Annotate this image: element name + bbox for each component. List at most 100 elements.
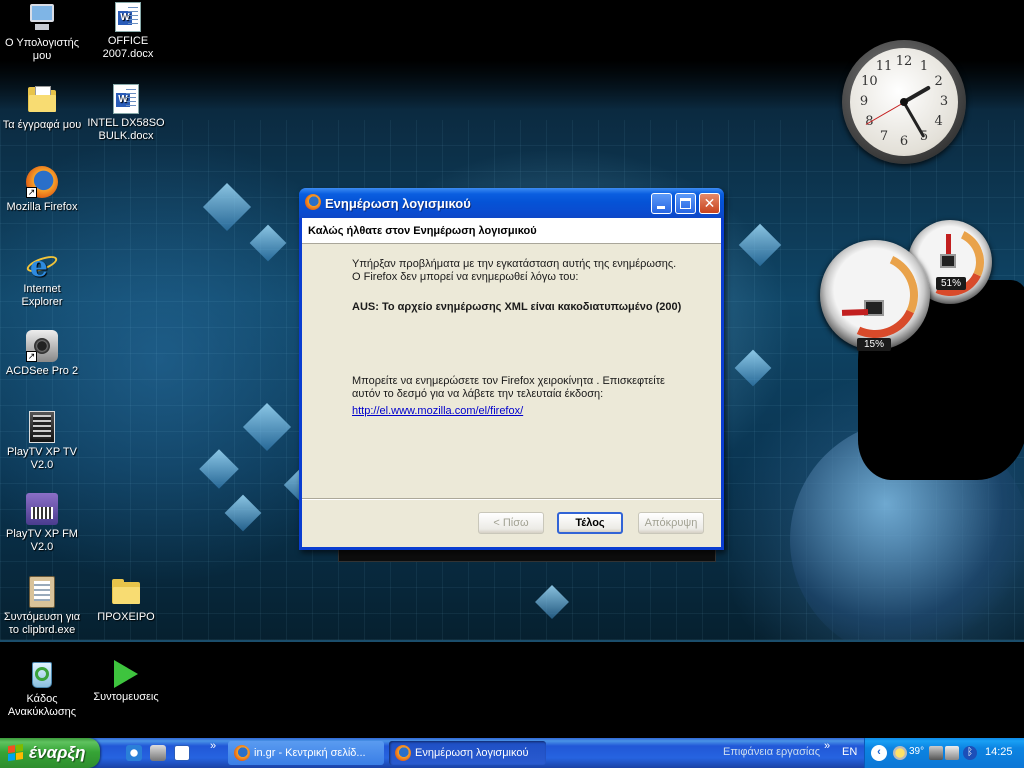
shortcut-arrow-icon: ↗ xyxy=(26,351,37,362)
message-line-1: Υπήρξαν προβλήματα με την εγκατάσταση αυ… xyxy=(352,258,677,270)
clock-number: 3 xyxy=(939,94,949,109)
desktop-icon-label: PlayTV XP FM V2.0 xyxy=(6,528,78,553)
windows-logo-icon xyxy=(8,744,24,762)
word-document-icon xyxy=(113,84,139,114)
show-hidden-icons-button[interactable]: ‹ xyxy=(871,745,887,761)
clock-number: 12 xyxy=(895,54,913,69)
cpu-gauge-arc xyxy=(819,239,931,351)
acdsee-icon: ↗ xyxy=(26,330,58,362)
desktop-icon-my-computer[interactable]: Ο Υπολογιστής μου xyxy=(0,2,84,63)
finish-button[interactable]: Τέλος xyxy=(557,512,623,534)
desktop-icon-playtv-tv[interactable]: PlayTV XP TV V2.0 xyxy=(0,411,84,472)
desktop-icon-playtv-fm[interactable]: PlayTV XP FM V2.0 xyxy=(0,493,84,554)
my-computer-icon xyxy=(26,2,58,34)
desktop-icon-mozilla-firefox[interactable]: ↗ Mozilla Firefox xyxy=(0,166,84,214)
cpu-percent: 15% xyxy=(857,338,891,351)
recycle-bin-icon xyxy=(26,658,58,690)
clock-face: 121234567891011 xyxy=(850,48,958,156)
button-separator xyxy=(302,498,721,500)
clock-number: 7 xyxy=(879,128,889,144)
minimize-icon xyxy=(657,206,665,209)
desktop-icon-label: ΠΡΟΧΕΙΡΟ xyxy=(97,611,155,623)
desktop-toolbar[interactable]: Επιφάνεια εργασίας xyxy=(723,746,820,758)
manual-update-line-2: αυτόν το δεσμό για να λάβετε την τελευτα… xyxy=(352,388,604,400)
word-document-icon xyxy=(115,2,141,32)
firefox-download-link[interactable]: http://el.www.mozilla.com/el/firefox/ xyxy=(352,405,523,417)
desktop-icon-my-documents[interactable]: Τα έγγραφά μου xyxy=(0,84,84,132)
quick-launch-toolbar: » xyxy=(124,738,224,768)
firefox-icon: ↗ xyxy=(26,166,58,198)
desktop-icon-label: Κάδος Ανακύκλωσης xyxy=(7,693,77,718)
desktop-icon-proxeiro-folder[interactable]: ΠΡΟΧΕΙΡΟ xyxy=(84,576,168,624)
taskbar-item-software-update[interactable]: Ενημέρωση λογισμικού xyxy=(389,741,546,765)
start-button[interactable]: έναρξη xyxy=(0,738,100,768)
dialog-titlebar[interactable]: Ενημέρωση λογισμικού ✕ xyxy=(299,188,724,218)
quick-launch-ie-icon[interactable] xyxy=(126,745,142,761)
back-button[interactable]: < Πίσω xyxy=(478,512,544,534)
desktop-icon-label: OFFICE 2007.docx xyxy=(102,35,154,60)
desktop-icon-clipbrd-shortcut[interactable]: Συντόμευση για το clipbrd.exe xyxy=(0,576,84,637)
taskbar-item-label: Ενημέρωση λογισμικού xyxy=(415,747,529,759)
taskbar-item-browser[interactable]: in.gr - Κεντρική σελίδ... xyxy=(228,741,384,765)
taskbar-clock[interactable]: 14:25 xyxy=(985,746,1013,758)
desktop-icon-internet-explorer[interactable]: e Internet Explorer xyxy=(0,248,84,309)
taskbar-item-label: in.gr - Κεντρική σελίδ... xyxy=(254,747,366,759)
desktop-icon-label: INTEL DX58SO BULK.docx xyxy=(87,117,165,142)
desktop-icon-label: Internet Explorer xyxy=(21,283,63,308)
close-icon: ✕ xyxy=(703,195,716,211)
language-indicator[interactable]: EN xyxy=(842,746,857,758)
playtv-tv-icon xyxy=(29,411,55,443)
desktop-icon-label: ACDSee Pro 2 xyxy=(5,365,79,377)
firefox-icon xyxy=(395,745,411,761)
hide-button[interactable]: Απόκρυψη xyxy=(638,512,704,534)
clock-number: 6 xyxy=(899,134,909,149)
desktop-icon-intel-docx[interactable]: INTEL DX58SO BULK.docx xyxy=(84,84,168,143)
ram-chip-icon xyxy=(940,254,956,268)
desktop-icon-label: Συντόμευση για το clipbrd.exe xyxy=(3,611,81,636)
desktop-icon-recycle-bin[interactable]: Κάδος Ανακύκλωσης xyxy=(0,658,84,719)
wizard-header-title: Καλώς ήλθατε στον Ενημέρωση λογισμικού xyxy=(308,225,537,237)
taskbar: έναρξη » in.gr - Κεντρική σελίδ... Ενημέ… xyxy=(0,738,1024,768)
ram-percent: 51% xyxy=(936,277,966,290)
bluetooth-icon[interactable]: ᛒ xyxy=(963,746,977,760)
start-label: έναρξη xyxy=(29,743,86,762)
clock-number: 10 xyxy=(861,74,878,89)
quick-launch-word-icon[interactable] xyxy=(174,745,190,761)
volume-icon[interactable] xyxy=(945,746,959,760)
shortcut-arrow-icon: ↗ xyxy=(26,187,37,198)
clock-number: 2 xyxy=(934,74,943,89)
error-message: AUS: Το αρχείο ενημέρωσης XML είναι κακο… xyxy=(352,301,682,313)
network-icon[interactable] xyxy=(929,746,943,760)
cpu-gauge: 15% xyxy=(819,239,931,351)
playtv-fm-icon xyxy=(26,493,58,525)
desktop-icon-label: Mozilla Firefox xyxy=(6,201,78,213)
manual-update-line-1: Μπορείτε να ενημερώσετε τον Firefox χειρ… xyxy=(352,375,665,387)
desktop-icon-acdsee[interactable]: ↗ ACDSee Pro 2 xyxy=(0,330,84,378)
minimize-button[interactable] xyxy=(651,193,672,214)
maximize-button[interactable] xyxy=(675,193,696,214)
temperature: 39° xyxy=(909,746,925,757)
clock-number: 9 xyxy=(859,94,869,109)
cpu-meter-gadget[interactable]: 51% 15% xyxy=(819,218,994,351)
dialog-title: Ενημέρωση λογισμικού xyxy=(325,196,471,211)
quick-launch-desktop-icon[interactable] xyxy=(150,745,166,761)
clock-number: 4 xyxy=(934,114,943,129)
desktop-icon-office-2007-docx[interactable]: OFFICE 2007.docx xyxy=(86,2,170,61)
close-button[interactable]: ✕ xyxy=(699,193,720,214)
toolbar-more-icon[interactable]: » xyxy=(824,740,830,752)
clock-number: 1 xyxy=(919,59,929,75)
my-documents-icon xyxy=(26,84,58,116)
weather-icon[interactable] xyxy=(893,746,907,760)
wizard-header: Καλώς ήλθατε στον Ενημέρωση λογισμικού xyxy=(302,218,721,244)
firefox-icon xyxy=(234,745,250,761)
quick-launch-more-icon[interactable]: » xyxy=(210,740,216,752)
desktop-icon-label: Τα έγγραφά μου xyxy=(2,119,82,131)
internet-explorer-icon: e xyxy=(24,248,60,283)
clock-number: 11 xyxy=(875,59,893,75)
desktop-icon-shortcuts[interactable]: Συντομευσεις xyxy=(84,658,168,704)
clock-gadget[interactable]: 121234567891011 xyxy=(842,40,966,164)
software-update-dialog: Ενημέρωση λογισμικού ✕ Καλώς ήλθατε στον… xyxy=(299,188,724,550)
clipboard-icon xyxy=(29,576,55,608)
message-line-2: Ο Firefox δεν μπορεί να ενημερωθεί λόγω … xyxy=(352,271,579,283)
desktop-icon-label: PlayTV XP TV V2.0 xyxy=(7,446,77,471)
